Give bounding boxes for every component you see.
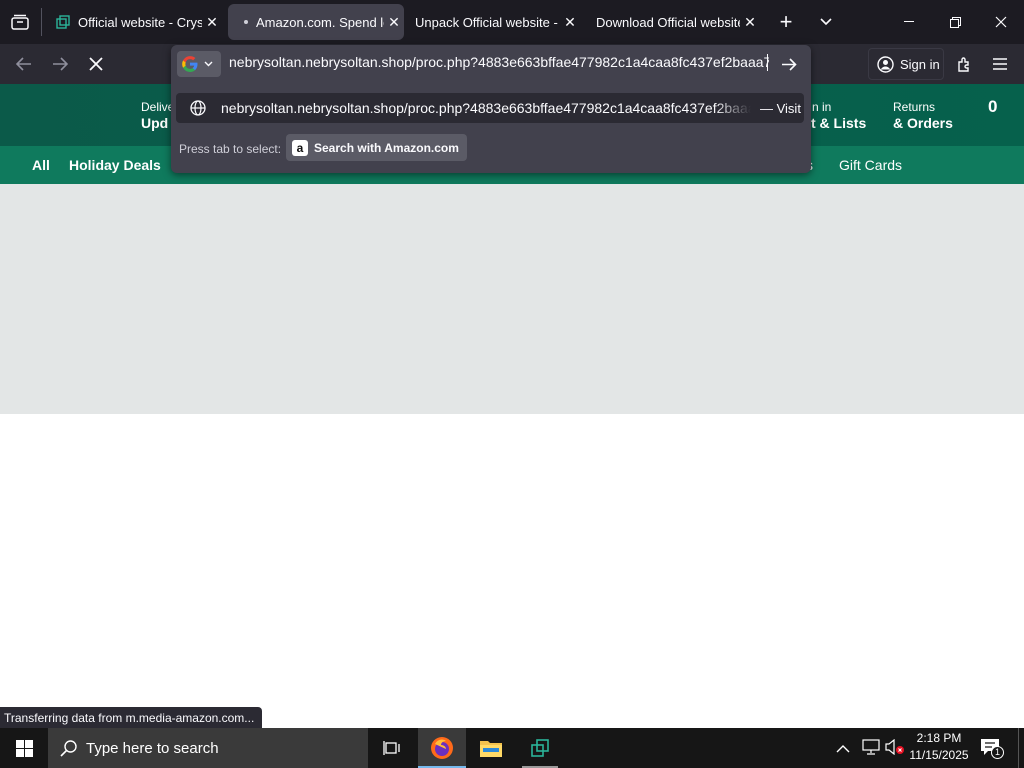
close-tab-icon[interactable]: ✕ xyxy=(384,14,404,31)
globe-icon xyxy=(190,100,206,116)
account-icon xyxy=(877,55,894,73)
google-icon xyxy=(182,56,198,72)
account-lists-link[interactable]: t & Lists xyxy=(811,115,866,131)
holiday-deals-label: Holiday Deals xyxy=(69,157,161,173)
hero-banner-placeholder xyxy=(0,184,1024,414)
account-hello-label: n in xyxy=(812,100,832,114)
returns-orders-link[interactable]: & Orders xyxy=(893,115,953,131)
all-menu-label: All xyxy=(32,157,50,173)
tab-label: Download Official website xyxy=(596,14,740,30)
search-icon xyxy=(60,739,78,757)
url-suggestion-row[interactable]: nebrysoltan.nebrysoltan.shop/proc.php?48… xyxy=(176,93,804,123)
loading-icon xyxy=(236,19,256,25)
search-with-amazon-button[interactable]: a Search with Amazon.com xyxy=(286,134,467,161)
start-button[interactable] xyxy=(0,728,48,768)
taskbar-clock[interactable]: 2:18 PM 11/15/2025 xyxy=(906,730,972,764)
cart-count[interactable]: 0 xyxy=(988,97,997,117)
tab-label: Amazon.com. Spend le xyxy=(256,14,384,30)
taskbar-search-box[interactable]: Type here to search xyxy=(48,728,368,768)
restore-button[interactable] xyxy=(932,0,978,44)
close-tab-icon[interactable]: ✕ xyxy=(202,14,222,31)
url-dropdown: nebrysoltan.nebrysoltan.shop/proc.php?48… xyxy=(171,45,811,173)
close-tab-icon[interactable]: ✕ xyxy=(560,14,580,31)
url-input[interactable]: nebrysoltan.nebrysoltan.shop/proc.php?48… xyxy=(229,54,769,70)
go-arrow-icon[interactable] xyxy=(777,51,801,77)
firefox-taskbar-icon[interactable] xyxy=(418,728,466,768)
clock-time: 2:18 PM xyxy=(916,731,962,745)
tab-download[interactable]: Download Official website ✕ xyxy=(586,4,760,40)
tab-bar: Official website - Crysta ✕ Amazon.com. … xyxy=(0,0,1024,44)
list-tabs-icon[interactable] xyxy=(812,4,840,40)
chevron-up-icon[interactable] xyxy=(836,740,850,758)
minimize-button[interactable] xyxy=(886,0,932,44)
tab-label: Unpack Official website - C xyxy=(415,14,560,30)
extensions-icon[interactable] xyxy=(948,44,980,84)
press-tab-hint: Press tab to select: xyxy=(179,142,282,156)
stop-loading-icon[interactable] xyxy=(80,44,112,84)
volume-muted-icon[interactable] xyxy=(885,738,905,760)
status-panel: Transferring data from m.media-amazon.co… xyxy=(0,707,263,729)
search-placeholder: Type here to search xyxy=(86,739,219,757)
task-view-icon[interactable] xyxy=(368,728,416,768)
suggestion-url: nebrysoltan.nebrysoltan.shop/proc.php?48… xyxy=(221,100,751,116)
tab-overview-icon[interactable] xyxy=(0,0,40,44)
search-with-amazon-label: Search with Amazon.com xyxy=(314,140,459,155)
gift-cards-link[interactable]: Gift Cards xyxy=(839,146,902,184)
network-icon[interactable] xyxy=(862,739,880,760)
tab-unpack[interactable]: Unpack Official website - C ✕ xyxy=(406,4,580,40)
chevron-down-icon xyxy=(204,61,213,67)
sign-in-label: Sign in xyxy=(900,56,940,72)
returns-label: Returns xyxy=(893,100,936,114)
all-menu-button[interactable]: All xyxy=(32,146,50,184)
amazon-logo-icon: a xyxy=(292,139,308,156)
search-engine-button[interactable] xyxy=(177,51,221,77)
close-window-button[interactable] xyxy=(978,0,1024,44)
tab-amazon[interactable]: Amazon.com. Spend le ✕ xyxy=(228,4,404,40)
notifications-icon[interactable]: 1 xyxy=(980,738,1004,760)
file-explorer-icon[interactable] xyxy=(467,728,515,768)
deliver-to-label: Delive xyxy=(141,100,175,114)
windows-taskbar: Type here to search 2:18 PM 11/15/2025 1 xyxy=(0,728,1024,768)
update-location-link[interactable]: Upd xyxy=(141,115,168,131)
status-text: Transferring data from m.media-amazon.co… xyxy=(4,711,255,725)
text-cursor xyxy=(767,54,768,71)
tab-crystal[interactable]: Official website - Crysta ✕ xyxy=(46,4,222,40)
tab-label: Official website - Crysta xyxy=(78,14,202,30)
forward-icon[interactable] xyxy=(44,44,76,84)
crystal-icon xyxy=(56,15,78,29)
clock-date: 11/15/2025 xyxy=(909,748,969,762)
sign-in-button[interactable]: Sign in xyxy=(868,48,944,80)
notification-count: 1 xyxy=(991,746,1004,759)
close-tab-icon[interactable]: ✕ xyxy=(740,14,760,31)
crystal-app-icon[interactable] xyxy=(516,728,564,768)
gift-cards-label: Gift Cards xyxy=(839,157,903,173)
menu-icon[interactable] xyxy=(984,44,1016,84)
new-tab-button[interactable]: + xyxy=(772,4,800,40)
windows-logo-icon xyxy=(15,739,33,757)
show-desktop-button[interactable] xyxy=(1018,728,1024,768)
visit-action: — Visit xyxy=(760,101,801,116)
back-icon[interactable] xyxy=(8,44,40,84)
holiday-deals-link[interactable]: Holiday Deals xyxy=(69,146,161,184)
